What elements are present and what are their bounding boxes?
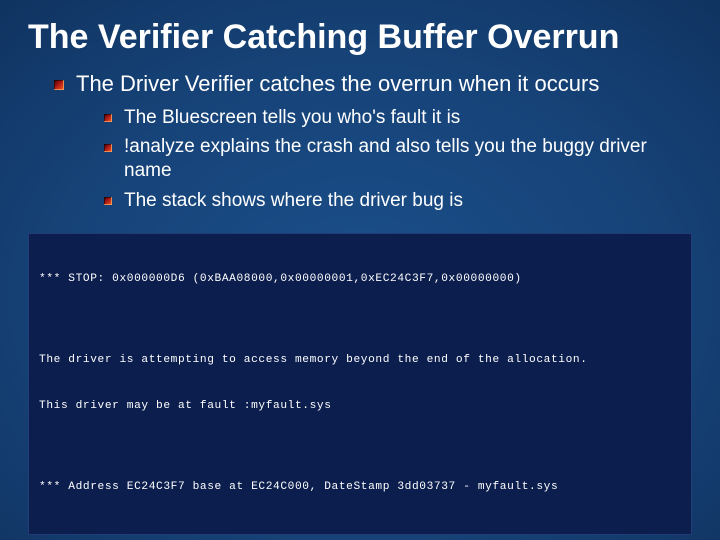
- spacer: [39, 317, 681, 323]
- bullet-icon: [54, 80, 64, 90]
- bluescreen-output: *** STOP: 0x000000D6 (0xBAA08000,0x00000…: [28, 233, 692, 535]
- bullet-icon: [104, 114, 112, 122]
- bullet-text: !analyze explains the crash and also tel…: [124, 136, 647, 181]
- bsod-driver-line: This driver may be at fault :myfault.sys: [39, 399, 681, 414]
- bsod-message-line: The driver is attempting to access memor…: [39, 353, 681, 368]
- bullet-text: The stack shows where the driver bug is: [124, 190, 463, 211]
- bullet-list-level2: The Bluescreen tells you who's fault it …: [104, 106, 692, 213]
- slide: The Verifier Catching Buffer Overrun The…: [0, 0, 720, 540]
- list-item: The stack shows where the driver bug is: [104, 189, 692, 213]
- bullet-icon: [104, 197, 112, 205]
- list-item: The Driver Verifier catches the overrun …: [54, 70, 692, 213]
- bullet-list-level1: The Driver Verifier catches the overrun …: [54, 70, 692, 213]
- bullet-icon: [104, 144, 112, 152]
- list-item: The Bluescreen tells you who's fault it …: [104, 106, 692, 130]
- bsod-address-line: *** Address EC24C3F7 base at EC24C000, D…: [39, 480, 681, 495]
- slide-title: The Verifier Catching Buffer Overrun: [28, 18, 692, 56]
- bullet-text: The Bluescreen tells you who's fault it …: [124, 107, 460, 128]
- spacer: [39, 444, 681, 450]
- bullet-text: The Driver Verifier catches the overrun …: [76, 71, 599, 96]
- list-item: !analyze explains the crash and also tel…: [104, 135, 692, 183]
- bsod-stop-line: *** STOP: 0x000000D6 (0xBAA08000,0x00000…: [39, 272, 681, 287]
